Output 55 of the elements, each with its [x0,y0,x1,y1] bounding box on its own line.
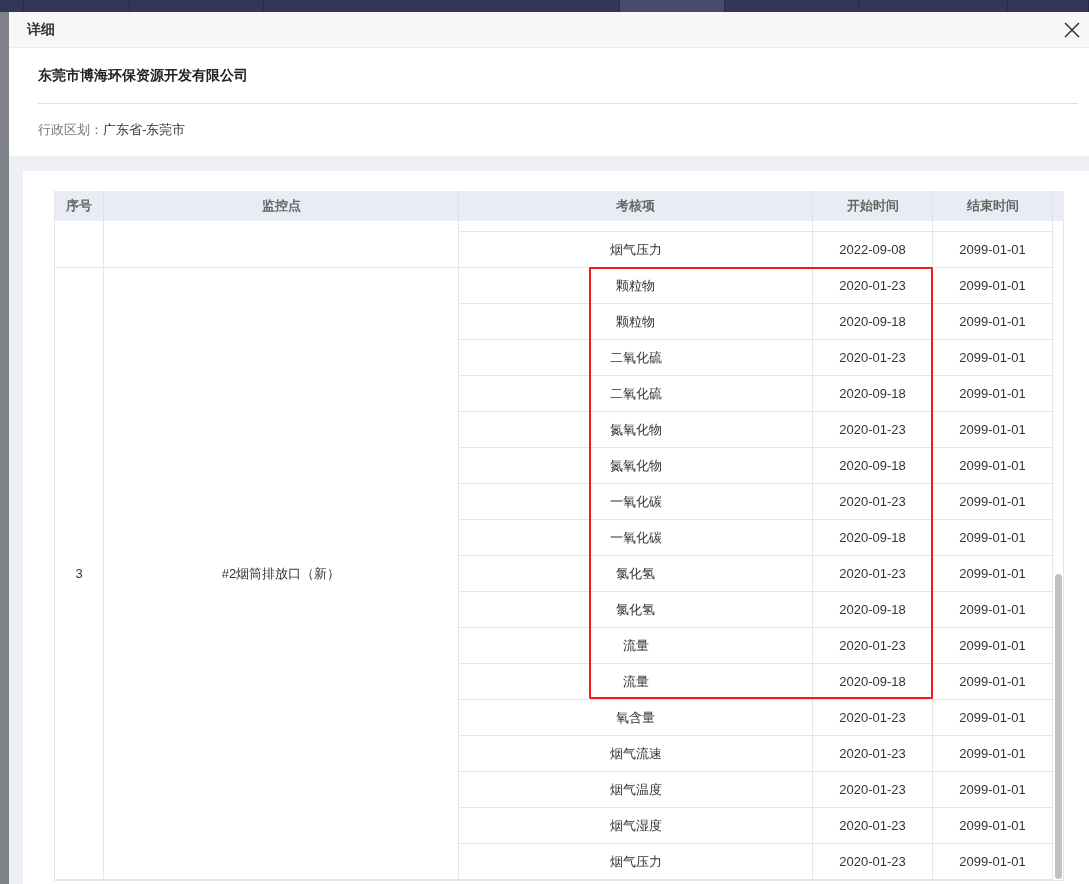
company-name: 东莞市博海环保资源开发有限公司 [38,66,248,85]
assessment-item-cell: 烟气压力 [459,844,813,880]
end-date-cell: 2099-01-01 [933,304,1053,340]
end-date-cell: 2099-01-01 [933,484,1053,520]
start-date-cell: 2020-01-23 [813,808,933,844]
end-date-cell: 2099-01-01 [933,268,1053,304]
nav-tab[interactable] [620,0,725,12]
assessment-item-cell: 流量 [459,664,813,700]
assessment-item-cell: 烟气湿度 [459,808,813,844]
assessment-item-cell: 颗粒物 [459,304,813,340]
end-date-cell: 2099-01-01 [933,340,1053,376]
column-header: 监控点 [104,191,459,221]
region-value: 广东省-东莞市 [103,121,186,139]
end-date-cell: 2099-01-01 [933,232,1053,268]
end-date-cell: 2099-01-01 [933,520,1053,556]
assessment-item-cell: 颗粒物 [459,268,813,304]
scrollbar-thumb[interactable] [1055,574,1062,879]
close-icon[interactable] [1063,20,1081,39]
serial-cell: 3 [55,268,104,880]
assessment-item-cell: 烟气压力 [459,232,813,268]
monitor-point-cell: #2烟筒排放口（新） [104,268,459,880]
assessment-item-cell: 氧含量 [459,700,813,736]
end-date-cell: 2099-01-01 [933,664,1053,700]
assessment-item-cell: 氯化氢 [459,592,813,628]
column-header: 考核项 [459,191,813,221]
column-header: 开始时间 [813,191,933,221]
end-date-cell: 2099-01-01 [933,808,1053,844]
assessment-item-cell: 烟气流速 [459,736,813,772]
end-date-cell: 2099-01-01 [933,412,1053,448]
start-date-cell: 2020-01-23 [813,736,933,772]
assessment-item-cell: 二氧化硫 [459,376,813,412]
end-date-cell: 2099-01-01 [933,376,1053,412]
start-date-cell: 2020-01-23 [813,700,933,736]
assessment-item-cell: 氮氧化物 [459,412,813,448]
assessment-item-cell: 一氧化碳 [459,520,813,556]
end-date-cell: 2099-01-01 [933,844,1053,880]
end-date-cell: 2099-01-01 [933,592,1053,628]
column-header: 结束时间 [933,191,1053,221]
assessment-item-cell: 氮氧化物 [459,448,813,484]
start-date-cell: 2020-01-23 [813,844,933,880]
assessment-item-cell: 流量 [459,628,813,664]
end-date-cell: 2099-01-01 [933,772,1053,808]
assessment-item-cell: 氯化氢 [459,556,813,592]
assessment-item-cell: 一氧化碳 [459,484,813,520]
dialog-title: 详细 [27,20,55,39]
start-date-cell: 2020-01-23 [813,772,933,808]
assessment-item-cell: 烟气温度 [459,772,813,808]
end-date-cell: 2099-01-01 [933,628,1053,664]
assessment-item-cell: 二氧化硫 [459,340,813,376]
end-date-cell: 2099-01-01 [933,700,1053,736]
end-date-cell: 2099-01-01 [933,448,1053,484]
region-label: 行政区划： [38,121,103,139]
column-header: 序号 [55,191,104,221]
end-date-cell: 2099-01-01 [933,556,1053,592]
end-date-cell: 2099-01-01 [933,736,1053,772]
